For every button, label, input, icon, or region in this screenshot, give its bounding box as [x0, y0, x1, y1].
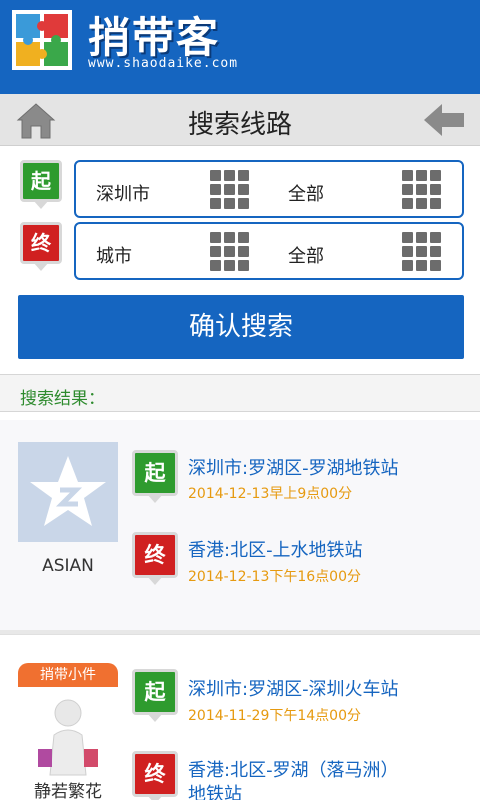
end-time: 2014-12-13下午16点00分 [188, 569, 361, 585]
start-marker-label: 起 [20, 160, 62, 202]
user-name: ASIAN [42, 556, 94, 576]
page-title: 搜索线路 [187, 110, 292, 140]
puzzle-logo-icon [12, 10, 72, 70]
start-route: 深圳市:罗湖区-深圳火车站 [188, 679, 399, 700]
end-city-value[interactable]: 城市 [96, 242, 132, 268]
start-district-value[interactable]: 全部 [288, 180, 324, 206]
start-marker: 起 [132, 450, 178, 503]
grid-picker-icon[interactable] [210, 170, 250, 210]
end-marker: 终 [132, 532, 178, 585]
grid-picker-icon[interactable] [402, 170, 442, 210]
start-marker-label: 起 [132, 669, 178, 715]
end-route-line2: 地铁站 [188, 784, 242, 800]
avatar [18, 442, 118, 542]
end-marker-label: 终 [20, 222, 62, 264]
title-bar: 搜索线路 [0, 94, 480, 146]
brand-url: www.shaodaike.com [88, 56, 239, 71]
badge: 捎带小件 [18, 663, 118, 687]
end-marker-label: 终 [132, 751, 178, 797]
results-header-label: 搜索结果： [20, 389, 105, 409]
back-arrow-icon[interactable] [422, 100, 466, 140]
start-location-row: 起 深圳市 全部 [18, 160, 464, 218]
result-card[interactable]: ASIAN 起 深圳市:罗湖区-罗湖地铁站 2014-12-13早上9点00分 … [0, 420, 480, 630]
start-marker: 起 [132, 669, 178, 722]
end-district-value[interactable]: 全部 [288, 242, 324, 268]
end-marker: 终 [20, 222, 62, 272]
end-location-field: 城市 全部 [74, 222, 464, 280]
end-marker-label: 终 [132, 532, 178, 578]
grid-picker-icon[interactable] [402, 232, 442, 272]
results-header: 搜索结果： [0, 374, 480, 412]
start-marker-label: 起 [132, 450, 178, 496]
end-route: 香港:北区-上水地铁站 [188, 540, 363, 561]
end-route-line1: 香港:北区-罗湖（落马洲） [188, 760, 399, 781]
end-marker: 终 [132, 751, 178, 800]
brand-header: 捎带客 www.shaodaike.com [0, 0, 480, 94]
confirm-search-button[interactable]: 确认搜索 [18, 295, 464, 359]
start-location-field: 深圳市 全部 [74, 160, 464, 218]
start-time: 2014-12-13早上9点00分 [188, 486, 353, 502]
result-card[interactable]: 捎带小件 静若繁花 起 深圳市:罗湖区-深圳火车站 2014-11-29下午14… [0, 634, 480, 800]
start-time: 2014-11-29下午14点00分 [188, 708, 361, 724]
grid-picker-icon[interactable] [210, 232, 250, 272]
start-marker: 起 [20, 160, 62, 210]
start-route: 深圳市:罗湖区-罗湖地铁站 [188, 458, 399, 479]
end-route: 香港:北区-罗湖（落马洲） 地铁站 [188, 759, 399, 800]
user-name: 静若繁花 [34, 782, 102, 800]
start-city-value[interactable]: 深圳市 [96, 180, 150, 206]
end-location-row: 终 城市 全部 [18, 222, 464, 280]
